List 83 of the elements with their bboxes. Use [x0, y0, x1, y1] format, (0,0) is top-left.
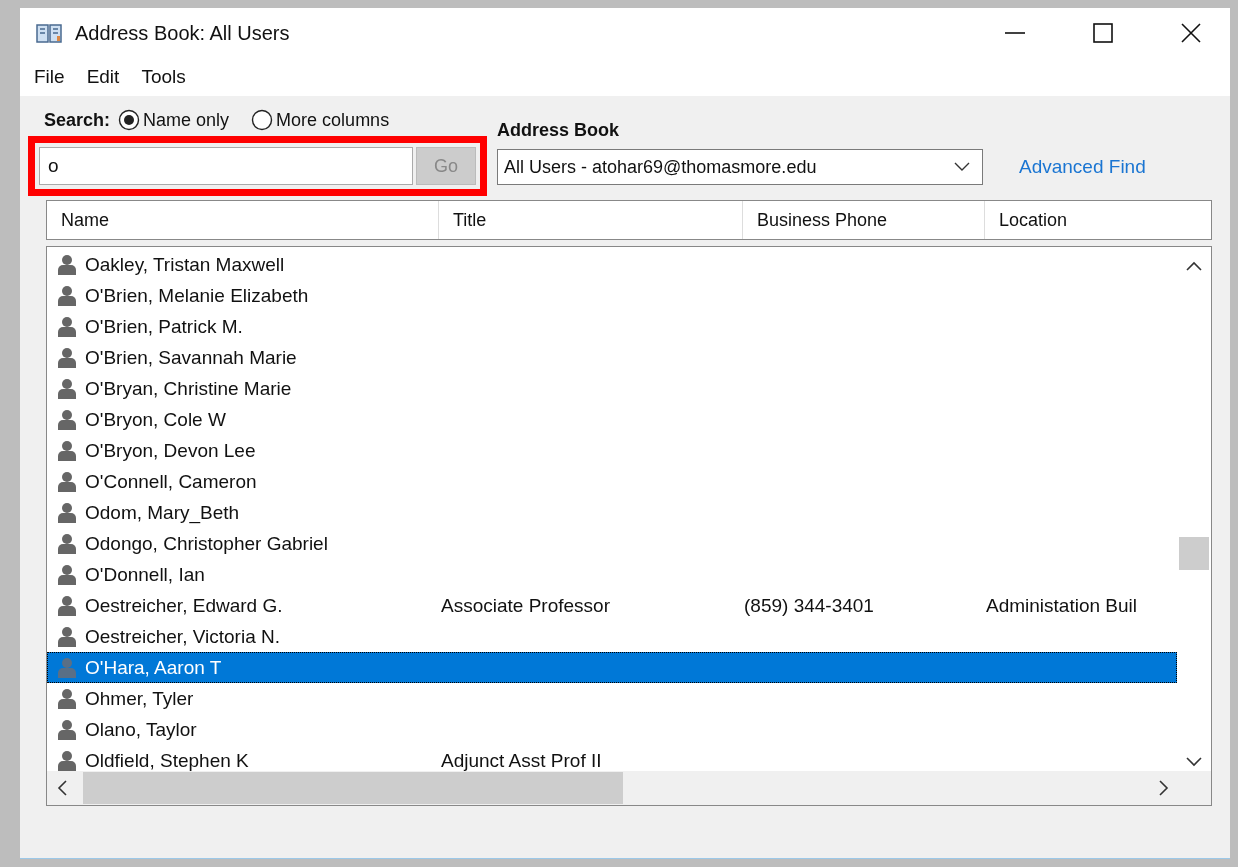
name-cell: O'Brien, Melanie Elizabeth [85, 284, 309, 307]
address-book-label: Address Book [497, 120, 621, 141]
name-cell: Ohmer, Tyler [85, 687, 194, 710]
name-cell: O'Bryon, Devon Lee [85, 439, 256, 462]
menu-item[interactable]: Edit [86, 66, 120, 88]
contact-row[interactable]: O'Bryon, Devon Lee [47, 435, 1177, 466]
book-icon [35, 22, 63, 44]
radio-icon[interactable] [118, 109, 141, 131]
search-label: Search: [44, 109, 111, 131]
scroll-thumb[interactable] [83, 772, 623, 804]
scroll-right-icon[interactable] [1159, 780, 1169, 796]
column-header[interactable]: Location [985, 201, 1211, 239]
chevron-down-icon [954, 162, 970, 172]
horizontal-scrollbar[interactable] [47, 771, 1211, 805]
phone-cell: (859) 344-3401 [744, 594, 874, 616]
scroll-up-icon[interactable] [1186, 261, 1202, 271]
radio-option[interactable]: Name only [118, 109, 230, 131]
name-cell: O'Brien, Savannah Marie [85, 346, 297, 369]
contact-row[interactable]: O'Bryon, Cole W [47, 404, 1177, 435]
name-cell: Oestreicher, Edward G. [85, 594, 283, 617]
person-icon [57, 346, 77, 369]
contact-row[interactable]: Odongo, Christopher Gabriel [47, 528, 1177, 559]
name-cell: O'Hara, Aaron T [85, 656, 222, 679]
menu-item[interactable]: Tools [141, 66, 186, 88]
contact-row[interactable]: O'Brien, Patrick M. [47, 311, 1177, 342]
address-book-dropdown[interactable]: All Users - atohar69@thomasmore.edu [497, 149, 983, 185]
scroll-thumb[interactable] [1179, 537, 1209, 570]
search-field[interactable]: o [39, 147, 413, 185]
advanced-find-link[interactable]: Advanced Find [1019, 156, 1146, 196]
person-icon [57, 749, 77, 771]
column-header[interactable]: Title [439, 201, 743, 239]
contact-row[interactable]: O'Bryan, Christine Marie [47, 373, 1177, 404]
person-icon [57, 377, 77, 400]
scroll-left-icon[interactable] [57, 780, 67, 796]
contact-row[interactable]: O'Brien, Savannah Marie [47, 342, 1177, 373]
person-icon [57, 470, 77, 493]
radio-option[interactable]: More columns [251, 109, 390, 131]
contact-row[interactable]: Oestreicher, Edward G. Associate Professor (859) 344-3401 Administation Buil [47, 590, 1177, 621]
person-icon [57, 625, 77, 648]
name-cell: O'Connell, Cameron [85, 470, 257, 493]
title-cell: Adjunct Asst Prof II [441, 749, 602, 771]
scroll-down-icon[interactable] [1186, 757, 1202, 767]
close-icon[interactable] [1180, 22, 1202, 44]
name-cell: Oakley, Tristan Maxwell [85, 253, 285, 276]
menu-item[interactable]: File [34, 66, 65, 88]
person-icon [57, 656, 77, 679]
contact-row[interactable]: Ohmer, Tyler [47, 683, 1177, 714]
person-icon [57, 439, 77, 462]
contact-row[interactable]: Oldfield, Stephen K Adjunct Asst Prof II [47, 745, 1177, 771]
title-cell: Associate Professor [441, 594, 610, 616]
contact-row[interactable]: Olano, Taylor [47, 714, 1177, 745]
name-cell: Oestreicher, Victoria N. [85, 625, 280, 648]
window-title: Address Book: All Users [75, 21, 290, 45]
person-icon [57, 315, 77, 338]
name-cell: Odongo, Christopher Gabriel [85, 532, 328, 555]
person-icon [57, 408, 77, 431]
name-cell: O'Bryan, Christine Marie [85, 377, 292, 400]
column-header[interactable]: Name [47, 201, 439, 239]
name-cell: O'Bryon, Cole W [85, 408, 226, 431]
person-icon [57, 501, 77, 524]
contact-row[interactable]: Oakley, Tristan Maxwell [47, 249, 1177, 280]
contact-row[interactable]: O'Hara, Aaron T [47, 652, 1177, 683]
name-cell: O'Brien, Patrick M. [85, 315, 243, 338]
location-cell: Administation Buil [986, 594, 1138, 616]
person-icon [57, 532, 77, 555]
person-icon [57, 687, 77, 710]
contact-row[interactable]: O'Brien, Melanie Elizabeth [47, 280, 1177, 311]
name-cell: Odom, Mary_Beth [85, 501, 240, 524]
contact-row[interactable]: O'Donnell, Ian [47, 559, 1177, 590]
maximize-icon[interactable] [1092, 22, 1114, 44]
radio-icon[interactable] [251, 109, 274, 131]
name-cell: Oldfield, Stephen K [85, 749, 249, 771]
name-cell: O'Donnell, Ian [85, 563, 205, 586]
contact-row[interactable]: Odom, Mary_Beth [47, 497, 1177, 528]
column-header[interactable]: Business Phone [743, 201, 985, 239]
contact-row[interactable]: Oestreicher, Victoria N. [47, 621, 1177, 652]
person-icon [57, 718, 77, 741]
name-cell: Olano, Taylor [85, 718, 197, 741]
person-icon [57, 284, 77, 307]
person-icon [57, 594, 77, 617]
person-icon [57, 563, 77, 586]
person-icon [57, 253, 77, 276]
contact-row[interactable]: O'Connell, Cameron [47, 466, 1177, 497]
